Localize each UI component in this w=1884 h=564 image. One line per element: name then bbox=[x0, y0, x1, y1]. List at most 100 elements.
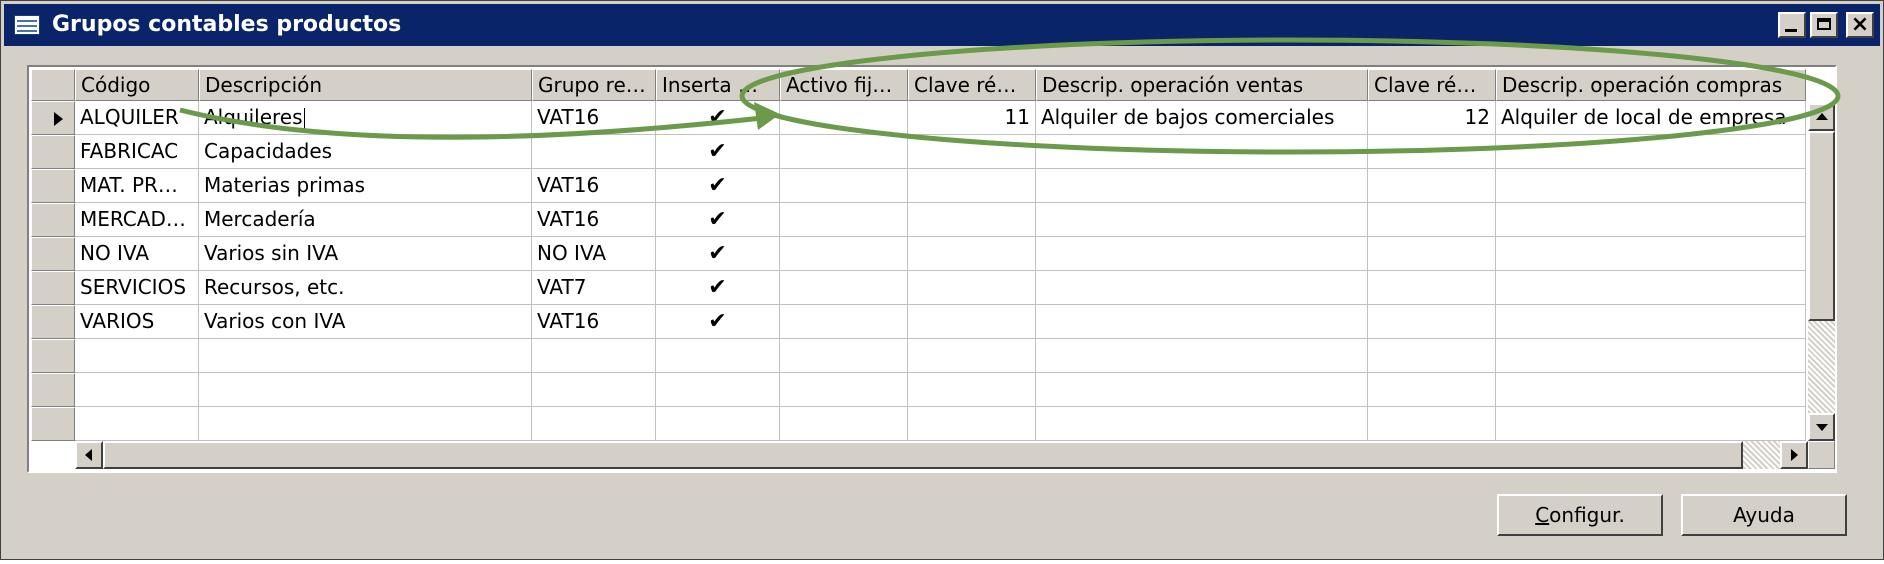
cell-activo[interactable] bbox=[780, 135, 908, 169]
cell-descripcion[interactable]: Materias primas bbox=[199, 169, 532, 203]
cell-inserta[interactable]: ✔ bbox=[656, 203, 780, 237]
cell-desc_v[interactable] bbox=[1036, 203, 1368, 237]
column-header-desc_c[interactable]: Descrip. operación compras bbox=[1496, 69, 1806, 101]
cell-activo[interactable] bbox=[780, 101, 908, 135]
row-selector[interactable] bbox=[31, 271, 75, 305]
cell-clave_c[interactable] bbox=[1368, 339, 1496, 373]
column-header-descripcion[interactable]: Descripción bbox=[199, 69, 532, 101]
cell-desc_v[interactable] bbox=[1036, 339, 1368, 373]
column-header-grupo[interactable]: Grupo re… bbox=[532, 69, 656, 101]
cell-inserta[interactable]: ✔ bbox=[656, 101, 780, 135]
column-header-inserta[interactable]: Inserta … bbox=[656, 69, 780, 101]
cell-clave_c[interactable] bbox=[1368, 373, 1496, 407]
vertical-scroll-thumb[interactable] bbox=[1808, 131, 1835, 321]
cell-descripcion[interactable]: Capacidades bbox=[199, 135, 532, 169]
row-selector[interactable] bbox=[31, 237, 75, 271]
maximize-button[interactable] bbox=[1810, 12, 1838, 38]
cell-desc_c[interactable] bbox=[1496, 203, 1806, 237]
cell-codigo[interactable] bbox=[75, 373, 199, 407]
cell-clave_c[interactable] bbox=[1368, 305, 1496, 339]
cell-activo[interactable] bbox=[780, 169, 908, 203]
cell-descripcion[interactable] bbox=[199, 339, 532, 373]
cell-codigo[interactable] bbox=[75, 407, 199, 441]
cell-desc_v[interactable] bbox=[1036, 407, 1368, 441]
row-selector[interactable] bbox=[31, 305, 75, 339]
cell-activo[interactable] bbox=[780, 237, 908, 271]
cell-desc_v[interactable] bbox=[1036, 305, 1368, 339]
cell-inserta[interactable]: ✔ bbox=[656, 169, 780, 203]
configur-button[interactable]: Configur. bbox=[1497, 494, 1663, 536]
cell-clave_v[interactable] bbox=[908, 169, 1036, 203]
column-header-clave_v[interactable]: Clave ré… bbox=[908, 69, 1036, 101]
cell-clave_v[interactable]: 11 bbox=[908, 101, 1036, 135]
cell-codigo[interactable]: NO IVA bbox=[75, 237, 199, 271]
cell-desc_v[interactable]: Alquiler de bajos comerciales bbox=[1036, 101, 1368, 135]
cell-desc_v[interactable] bbox=[1036, 237, 1368, 271]
row-selector[interactable] bbox=[31, 203, 75, 237]
cell-clave_c[interactable] bbox=[1368, 407, 1496, 441]
cell-inserta[interactable] bbox=[656, 407, 780, 441]
cell-desc_c[interactable] bbox=[1496, 135, 1806, 169]
cell-desc_v[interactable] bbox=[1036, 169, 1368, 203]
cell-clave_c[interactable] bbox=[1368, 135, 1496, 169]
cell-activo[interactable] bbox=[780, 407, 908, 441]
cell-grupo[interactable] bbox=[532, 135, 656, 169]
column-header-activo[interactable]: Activo fij… bbox=[780, 69, 908, 101]
horizontal-scroll-thumb[interactable] bbox=[103, 441, 1743, 469]
products-grid[interactable]: Código Descripción Grupo re… Inserta … Activ… bbox=[27, 65, 1837, 473]
row-selector[interactable] bbox=[31, 101, 75, 135]
cell-grupo[interactable]: NO IVA bbox=[532, 237, 656, 271]
cell-grupo[interactable]: VAT16 bbox=[532, 169, 656, 203]
cell-desc_c[interactable] bbox=[1496, 169, 1806, 203]
cell-codigo[interactable]: ALQUILER bbox=[75, 101, 199, 135]
cell-clave_c[interactable] bbox=[1368, 169, 1496, 203]
cell-desc_v[interactable] bbox=[1036, 271, 1368, 305]
cell-activo[interactable] bbox=[780, 203, 908, 237]
cell-inserta[interactable]: ✔ bbox=[656, 271, 780, 305]
horizontal-scrollbar[interactable] bbox=[75, 441, 1808, 469]
row-selector[interactable] bbox=[31, 339, 75, 373]
cell-desc_c[interactable] bbox=[1496, 305, 1806, 339]
cell-clave_c[interactable] bbox=[1368, 237, 1496, 271]
cell-codigo[interactable]: MERCAD… bbox=[75, 203, 199, 237]
column-header-desc_v[interactable]: Descrip. operación ventas bbox=[1036, 69, 1368, 101]
scroll-right-button[interactable] bbox=[1780, 441, 1808, 469]
cell-inserta[interactable]: ✔ bbox=[656, 305, 780, 339]
cell-desc_c[interactable] bbox=[1496, 407, 1806, 441]
cell-clave_c[interactable] bbox=[1368, 203, 1496, 237]
scroll-left-button[interactable] bbox=[75, 441, 103, 469]
cell-codigo[interactable]: MAT. PR… bbox=[75, 169, 199, 203]
cell-descripcion[interactable]: Mercadería bbox=[199, 203, 532, 237]
cell-desc_v[interactable] bbox=[1036, 373, 1368, 407]
cell-clave_v[interactable] bbox=[908, 305, 1036, 339]
cell-descripcion[interactable]: Varios sin IVA bbox=[199, 237, 532, 271]
cell-desc_c[interactable] bbox=[1496, 271, 1806, 305]
cell-codigo[interactable]: VARIOS bbox=[75, 305, 199, 339]
cell-inserta[interactable]: ✔ bbox=[656, 135, 780, 169]
cell-grupo[interactable] bbox=[532, 373, 656, 407]
ayuda-button[interactable]: Ayuda bbox=[1681, 494, 1847, 536]
cell-clave_v[interactable] bbox=[908, 135, 1036, 169]
minimize-button[interactable] bbox=[1778, 12, 1806, 38]
cell-descripcion[interactable]: Recursos, etc. bbox=[199, 271, 532, 305]
cell-grupo[interactable] bbox=[532, 339, 656, 373]
cell-desc_c[interactable]: Alquiler de local de empresa bbox=[1496, 101, 1806, 135]
cell-activo[interactable] bbox=[780, 271, 908, 305]
cell-codigo[interactable]: SERVICIOS bbox=[75, 271, 199, 305]
cell-clave_v[interactable] bbox=[908, 203, 1036, 237]
cell-inserta[interactable] bbox=[656, 339, 780, 373]
cell-inserta[interactable] bbox=[656, 373, 780, 407]
row-selector[interactable] bbox=[31, 169, 75, 203]
cell-descripcion[interactable]: Varios con IVA bbox=[199, 305, 532, 339]
cell-clave_c[interactable]: 12 bbox=[1368, 101, 1496, 135]
row-selector[interactable] bbox=[31, 407, 75, 441]
cell-grupo[interactable] bbox=[532, 407, 656, 441]
cell-desc_c[interactable] bbox=[1496, 237, 1806, 271]
cell-activo[interactable] bbox=[780, 373, 908, 407]
column-header-clave_c[interactable]: Clave ré… bbox=[1368, 69, 1496, 101]
cell-activo[interactable] bbox=[780, 339, 908, 373]
cell-grupo[interactable]: VAT16 bbox=[532, 305, 656, 339]
cell-grupo[interactable]: VAT16 bbox=[532, 101, 656, 135]
scroll-down-button[interactable] bbox=[1808, 413, 1835, 441]
cell-clave_v[interactable] bbox=[908, 271, 1036, 305]
